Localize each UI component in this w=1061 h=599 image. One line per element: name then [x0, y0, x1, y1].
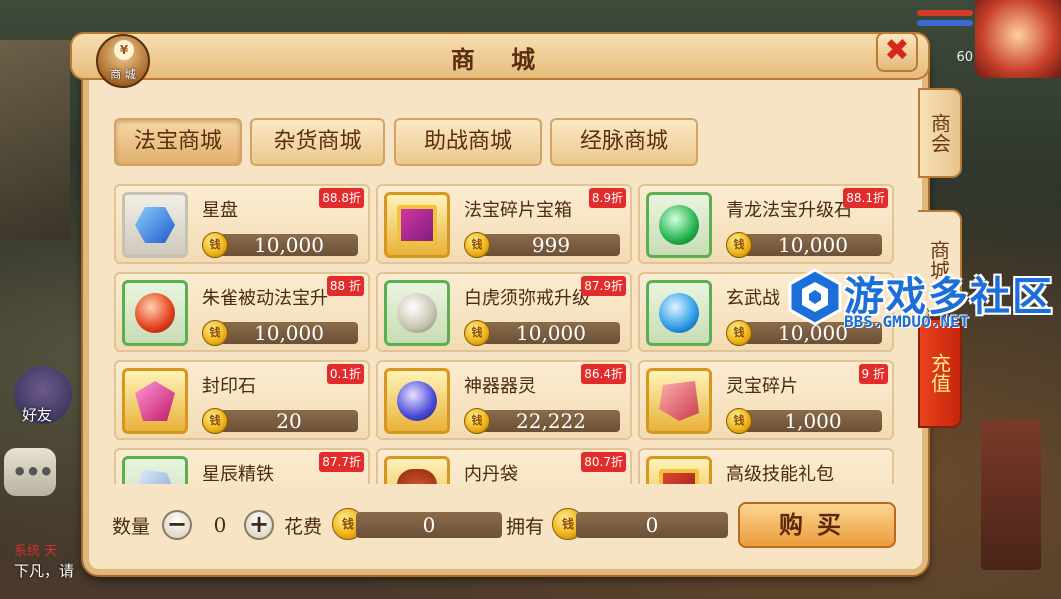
item-price: 10,000 — [220, 322, 358, 344]
cost-value: 0 — [356, 512, 502, 538]
red-orb-icon — [135, 293, 175, 333]
item-price: 10,000 — [220, 234, 358, 256]
discount-badge: 0.1折 — [326, 364, 364, 384]
item-icon-frame — [122, 192, 188, 258]
item-price: 10,000 — [482, 322, 620, 344]
gmduo-logo-icon — [788, 268, 842, 326]
chat-dots-icon: ••• — [12, 458, 54, 486]
green-orb-icon — [659, 205, 699, 245]
watermark-url: BBS.GMDUO.NET — [844, 312, 970, 331]
discount-badge: 87.9折 — [581, 276, 626, 296]
item-name: 灵宝碎片 — [726, 376, 798, 397]
item-price: 22,222 — [482, 410, 620, 432]
item-name: 高级技能礼包 — [726, 464, 834, 484]
buy-button[interactable]: 购买 — [738, 502, 896, 548]
item-icon-frame — [646, 456, 712, 484]
shop-item-card[interactable]: 星盘 88.8折 10,000 钱 — [114, 184, 370, 264]
minus-button[interactable]: − — [162, 510, 192, 540]
hp-bar — [917, 10, 973, 16]
item-icon-frame — [384, 368, 450, 434]
side-tab-chamber[interactable]: 商会 — [918, 88, 962, 178]
coin-icon: 钱 — [202, 408, 228, 434]
red-gift-icon — [659, 469, 699, 484]
shop-item-card[interactable]: 封印石 0.1折 20 钱 — [114, 360, 370, 440]
category-tab-zahuo[interactable]: 杂货商城 — [250, 118, 385, 166]
chat-message-system: 系统 天 — [14, 544, 58, 559]
item-price: 1,000 — [744, 410, 882, 432]
item-icon-frame — [646, 280, 712, 346]
coin-icon: 钱 — [202, 320, 228, 346]
gift-box-icon — [397, 205, 437, 245]
shop-item-card[interactable]: 白虎须弥戒升级 87.9折 10,000 钱 — [376, 272, 632, 352]
yen-bag-icon: ¥ — [114, 40, 134, 60]
category-tab-fabao[interactable]: 法宝商城 — [114, 118, 242, 166]
shop-item-card[interactable]: 朱雀被动法宝升 88 折 10,000 钱 — [114, 272, 370, 352]
discount-badge: 87.7折 — [319, 452, 364, 472]
shop-item-card[interactable]: 高级技能礼包 — [638, 448, 894, 484]
silver-ore-icon — [135, 469, 175, 484]
shop-item-card[interactable]: 星辰精铁 87.7折 — [114, 448, 370, 484]
shop-item-card[interactable]: 法宝碎片宝箱 8.9折 999 钱 — [376, 184, 632, 264]
discount-badge: 88.8折 — [319, 188, 364, 208]
purple-orb-icon — [397, 381, 437, 421]
watermark: 游戏多社区 BBS.GMDUO.NET — [786, 264, 1061, 344]
coin-icon: 钱 — [726, 232, 752, 258]
blue-orb-icon — [659, 293, 699, 333]
discount-badge: 9 折 — [858, 364, 888, 384]
item-price: 20 — [220, 410, 358, 432]
blue-hex-icon — [135, 207, 175, 243]
quantity-input[interactable]: 0 — [190, 512, 250, 538]
shop-badge-label: 商 城 — [110, 68, 136, 81]
quantity-label: 数量 — [112, 516, 151, 538]
white-orb-icon — [397, 293, 437, 333]
category-tab-zhuzhan[interactable]: 助战商城 — [394, 118, 542, 166]
discount-badge: 88.1折 — [843, 188, 888, 208]
item-price: 999 — [482, 234, 620, 256]
red-shard-icon — [659, 381, 699, 421]
item-icon-frame — [384, 280, 450, 346]
item-icon-frame — [384, 192, 450, 258]
coin-icon: 钱 — [464, 232, 490, 258]
owned-label: 拥有 — [506, 516, 545, 538]
discount-badge: 8.9折 — [588, 188, 626, 208]
shop-item-card[interactable]: 神器器灵 86.4折 22,222 钱 — [376, 360, 632, 440]
pouch-icon — [397, 469, 437, 484]
coin-icon: 钱 — [726, 408, 752, 434]
discount-badge: 80.7折 — [581, 452, 626, 472]
discount-badge: 86.4折 — [581, 364, 626, 384]
plus-button[interactable]: + — [244, 510, 274, 540]
item-icon-frame — [122, 280, 188, 346]
pink-crystal-icon — [135, 381, 175, 421]
shop-item-card[interactable]: 青龙法宝升级石 88.1折 10,000 钱 — [638, 184, 894, 264]
item-icon-frame — [122, 456, 188, 484]
item-grid: 星盘 88.8折 10,000 钱法宝碎片宝箱 8.9折 999 钱青龙法宝升级石 88.1折… — [114, 184, 894, 484]
item-price: 10,000 — [744, 234, 882, 256]
coin-icon: 钱 — [464, 320, 490, 346]
coin-icon: 钱 — [464, 408, 490, 434]
category-tab-jingmai[interactable]: 经脉商城 — [550, 118, 698, 166]
item-icon-frame — [122, 368, 188, 434]
shop-item-card[interactable]: 内丹袋 80.7折 — [376, 448, 632, 484]
background-tower — [981, 420, 1041, 570]
item-icon-frame — [384, 456, 450, 484]
cost-label: 花费 — [284, 516, 323, 538]
shop-item-card[interactable]: 灵宝碎片 9 折 1,000 钱 — [638, 360, 894, 440]
chat-message: 下凡，请 — [14, 562, 75, 580]
mp-bar — [917, 20, 973, 26]
owned-value: 0 — [576, 512, 728, 538]
discount-badge: 88 折 — [326, 276, 364, 296]
shop-title: 商 城 — [450, 46, 550, 74]
coin-icon: 钱 — [202, 232, 228, 258]
friend-label: 好友 — [22, 406, 53, 424]
coin-icon: 钱 — [726, 320, 752, 346]
item-icon-frame — [646, 192, 712, 258]
close-button[interactable]: ✖ — [876, 32, 918, 72]
item-icon-frame — [646, 368, 712, 434]
